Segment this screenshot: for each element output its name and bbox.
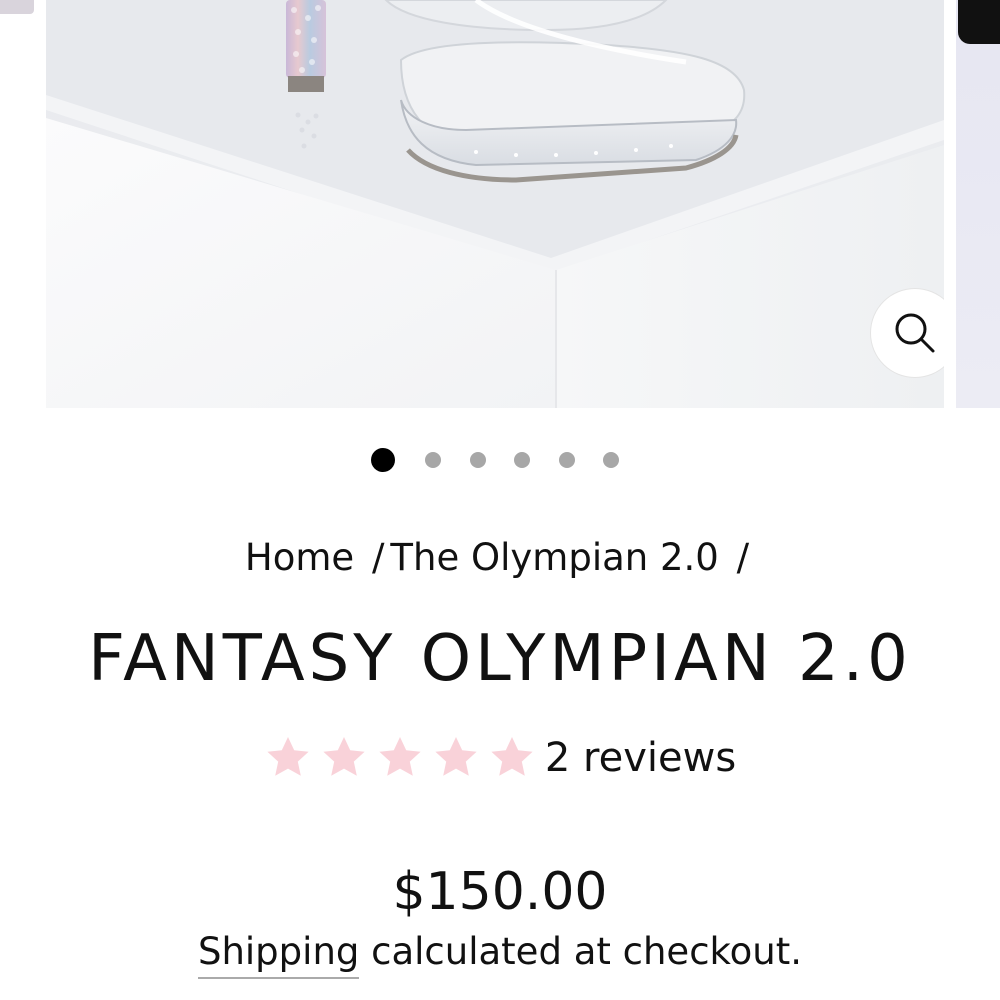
pagination-dot-3[interactable]	[470, 452, 486, 468]
pagination-dot-5[interactable]	[559, 452, 575, 468]
shipping-note-text: calculated at checkout.	[359, 930, 803, 973]
breadcrumb-collection[interactable]: The Olympian 2.0	[390, 536, 718, 579]
star-icon	[379, 737, 421, 776]
reviews-count-link[interactable]: 2 reviews	[545, 735, 736, 781]
search-icon	[895, 313, 935, 353]
pagination-dot-1[interactable]	[371, 448, 395, 472]
product-title: FANTASY OLYMPIAN 2.0	[88, 622, 912, 696]
star-icon	[323, 737, 365, 776]
breadcrumb-separator: /	[736, 536, 750, 579]
star-icon	[491, 737, 533, 776]
pagination-dot-4[interactable]	[514, 452, 530, 468]
product-price: $150.00	[392, 862, 608, 922]
product-photo	[46, 0, 944, 408]
pagination-dot-6[interactable]	[603, 452, 619, 468]
product-rating: 2 reviews	[0, 734, 1000, 782]
previous-slide-peek[interactable]	[0, 0, 34, 14]
shipping-note: Shipping calculated at checkout.	[0, 930, 1000, 979]
breadcrumb-separator: /	[371, 536, 385, 579]
gallery-pagination	[0, 448, 1000, 472]
pagination-dot-2[interactable]	[425, 452, 441, 468]
breadcrumb: Home / The Olympian 2.0 /	[0, 536, 1000, 579]
rating-stars[interactable]	[264, 734, 544, 782]
next-slide-image-fragment	[958, 0, 1000, 44]
shipping-policy-link[interactable]: Shipping	[197, 930, 360, 979]
star-icon	[435, 737, 477, 776]
next-slide-peek[interactable]	[956, 0, 1000, 408]
star-icon	[267, 737, 309, 776]
breadcrumb-home[interactable]: Home	[245, 536, 354, 579]
product-image[interactable]	[46, 0, 944, 408]
product-gallery[interactable]	[0, 0, 1000, 410]
